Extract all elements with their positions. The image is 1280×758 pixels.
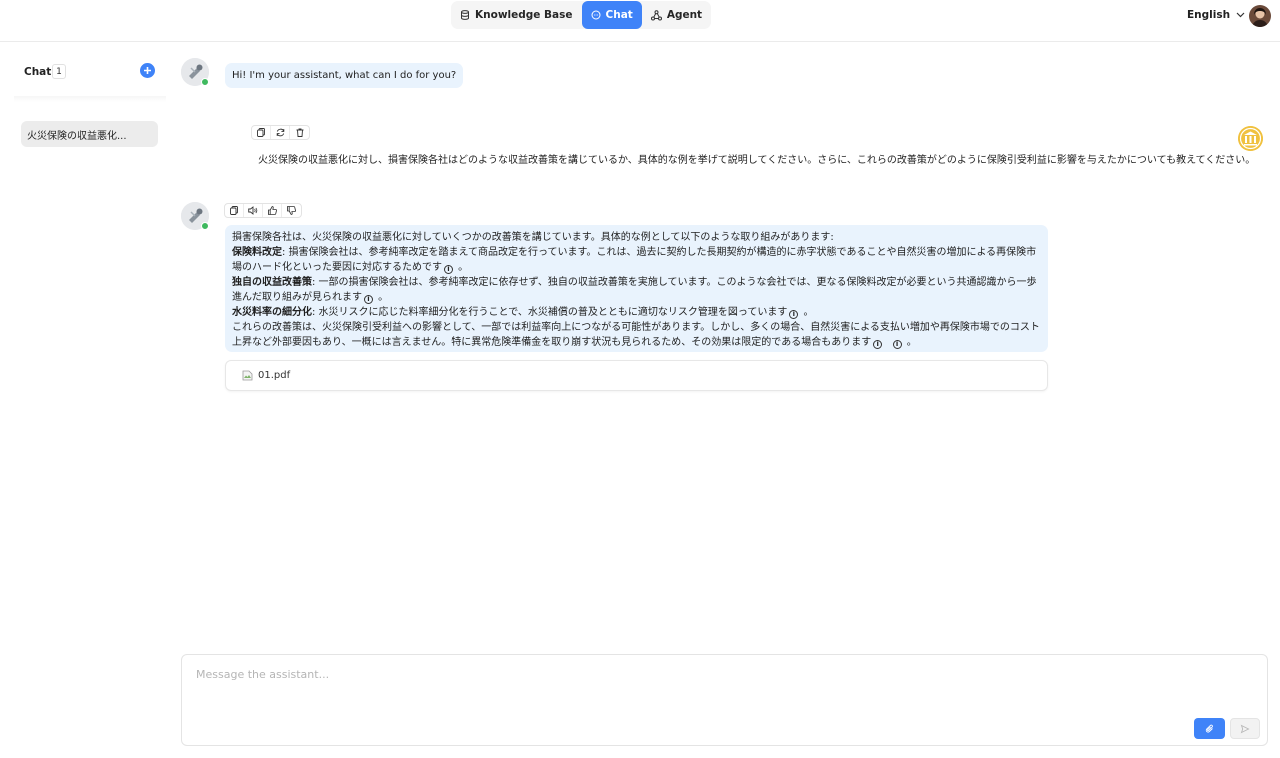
plus-icon [144,67,151,74]
tab-chat[interactable]: Chat [581,1,642,29]
user-message-avatar [1238,126,1263,151]
thumbs-down-button[interactable] [282,204,301,217]
user-photo-icon [1249,5,1271,27]
answer-point-tail: 。 [375,292,389,303]
agent-graph-icon [650,9,662,20]
answer-point-heading: 水災料率の細分化 [232,307,312,318]
temple-logo-icon [1238,126,1263,151]
assistant-answer: 損害保険各社は、火災保険の収益悪化に対していくつかの改善策を講じています。具体的… [225,225,1048,352]
citation-info-icon[interactable]: i [873,340,883,349]
answer-conclusion-text: これらの改善策は、火災保険引受利益への影響として、一部では利益率向上につながる可… [232,322,1040,348]
citation-info-icon[interactable]: i [789,310,799,319]
answer-point: 水災料率の細分化: 水災リスクに応じた料率細分化を行うことで、水災補償の普及とと… [232,305,1041,320]
attachment-file[interactable]: 01.pdf [225,360,1048,391]
answer-toolbar [224,203,302,218]
sidebar-title: Chat [24,66,52,78]
copy-icon [230,206,238,215]
user-message-toolbar [251,125,310,140]
language-selector[interactable]: English [1187,9,1245,21]
answer-point: 独自の収益改善策: 一部の損害保険会社は、参考純率改定に依存せず、独自の収益改善… [232,275,1041,305]
answer-point-tail: 。 [455,262,469,273]
answer-point-text: : 水災リスクに応じた料率細分化を行うことで、水災補償の普及とともに適切なリスク… [312,307,788,318]
chevron-down-icon [1236,12,1245,18]
delete-button[interactable] [290,126,309,139]
answer-conclusion: これらの改善策は、火災保険引受利益への影響として、一部では利益率向上につながる可… [232,320,1041,350]
read-aloud-button[interactable] [244,204,263,217]
message-composer [181,654,1268,746]
regenerate-button[interactable] [271,126,290,139]
chat-bubble-icon [591,10,601,20]
sidebar: Chat 1 火災保険の収益悪化... [0,42,172,758]
thumbs-up-icon [267,206,277,215]
broken-image-icon [242,370,253,381]
send-icon [1240,724,1250,733]
answer-point: 保険料改定: 損害保険会社は、参考純率改定を踏まえて商品改定を行っています。これ… [232,245,1041,275]
greeting-message: Hi! I'm your assistant, what can I do fo… [225,63,464,88]
database-icon [461,10,469,20]
tab-chat-label: Chat [605,9,633,21]
thumbs-up-button[interactable] [263,204,282,217]
sidebar-item-chat[interactable]: 火災保険の収益悪化... [21,121,158,147]
send-button[interactable] [1230,718,1260,739]
thumbs-down-icon [287,206,296,215]
online-indicator [201,78,209,86]
answer-point-tail: 。 [800,307,814,318]
refresh-icon [276,128,284,137]
user-avatar[interactable] [1249,5,1271,27]
citation-info-icon[interactable]: i [892,340,902,349]
assistant-avatar [181,58,209,86]
copy-button[interactable] [225,204,244,217]
user-message: 火災保険の収益悪化に対し、損害保険各社はどのような収益改善策を講じているか、具体… [258,155,1256,166]
chat-count-badge: 1 [52,64,66,79]
assistant-avatar [181,202,209,230]
copy-button[interactable] [252,126,271,139]
tab-knowledge-base[interactable]: Knowledge Base [451,1,582,29]
answer-conclusion-tail: 。 [903,337,917,348]
answer-point-text: : 一部の損害保険会社は、参考純率改定に依存せず、独自の収益改善策を実施していま… [232,277,1037,303]
attach-file-button[interactable] [1194,718,1225,739]
answer-intro: 損害保険各社は、火災保険の収益悪化に対していくつかの改善策を講じています。具体的… [232,232,834,243]
message-input[interactable] [182,655,1267,715]
sidebar-divider [14,96,166,102]
paperclip-icon [1205,724,1213,733]
attachment-name: 01.pdf [258,370,291,381]
answer-point-heading: 独自の収益改善策 [232,277,312,288]
tab-agent-label: Agent [666,9,703,21]
citation-info-icon[interactable]: i [364,295,373,304]
main-nav: Knowledge Base Chat Agent [451,1,712,29]
online-indicator [201,222,209,230]
citation-info-icon[interactable]: i [444,265,453,274]
speaker-icon [248,206,258,215]
copy-icon [257,128,265,137]
tab-agent[interactable]: Agent [642,1,711,29]
language-label: English [1187,9,1231,21]
answer-point-text: : 損害保険会社は、参考純率改定を踏まえて商品改定を行っています。これは、過去に… [232,247,1037,273]
answer-point-heading: 保険料改定 [232,247,282,258]
tab-knowledge-base-label: Knowledge Base [475,9,573,21]
new-chat-button[interactable] [140,63,155,78]
top-bar: Knowledge Base Chat Agent English [0,0,1280,42]
trash-icon [296,128,303,137]
